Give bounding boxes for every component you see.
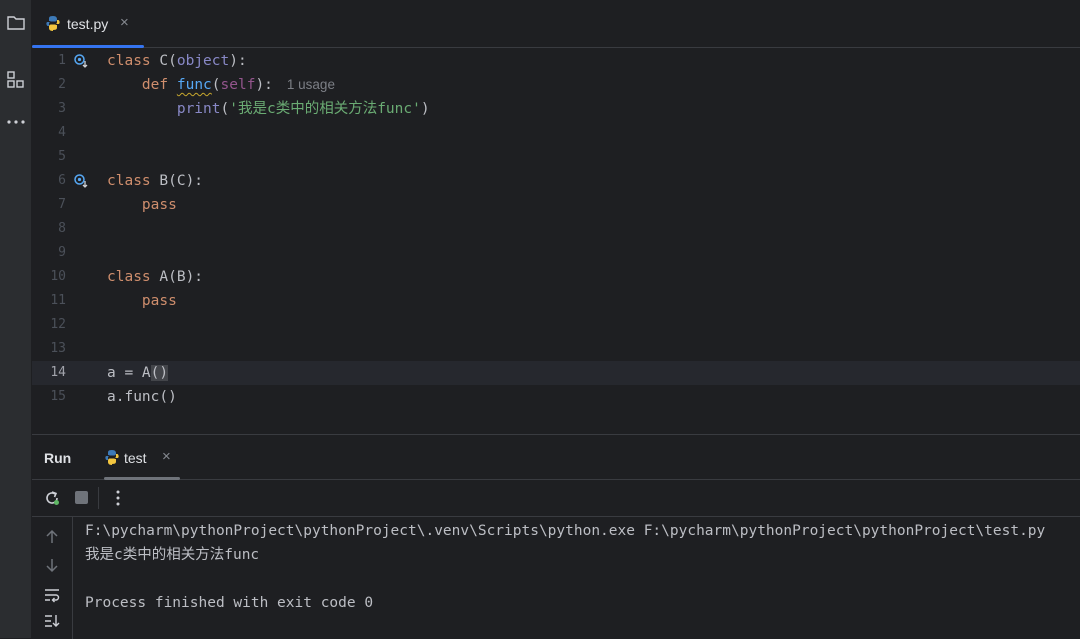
scroll-up-icon[interactable] [42, 529, 62, 549]
matched-parens: () [150, 365, 169, 381]
python-file-icon [45, 15, 61, 36]
keyword: pass [141, 293, 177, 309]
code-text: a.func() [107, 389, 177, 405]
current-code-line[interactable]: 14 a = A() [32, 361, 1080, 385]
code-line[interactable]: 5 [32, 145, 1080, 169]
line-number: 10 [50, 269, 66, 284]
code-line[interactable]: 8 [32, 217, 1080, 241]
line-number: 5 [58, 149, 66, 164]
string-literal: '我是c类中的相关方法func' [229, 101, 421, 117]
line-number: 8 [58, 221, 66, 236]
run-tab-close-icon[interactable]: × [162, 448, 171, 465]
line-number: 9 [58, 245, 66, 260]
run-tab-label: test [124, 450, 147, 466]
line-number: 6 [58, 173, 66, 188]
console-line-exit: Process finished with exit code 0 [85, 595, 374, 611]
code-line[interactable]: 15 a.func() [32, 385, 1080, 409]
code-line[interactable]: 1 class C(object): [32, 49, 1080, 73]
builtin-name: object [176, 53, 230, 69]
line-number: 2 [58, 77, 66, 92]
more-vertical-icon[interactable] [110, 489, 126, 512]
run-tool-window: Run test × F:\pycharm\pythonProject\pyth… [32, 434, 1080, 639]
keyword: class [107, 173, 151, 189]
run-tab-test[interactable]: test × [104, 435, 180, 480]
usage-hint[interactable]: 1 usage [287, 77, 335, 92]
code-line[interactable]: 4 [32, 121, 1080, 145]
console-line-command: F:\pycharm\pythonProject\pythonProject\.… [85, 523, 1046, 539]
line-number: 14 [50, 365, 66, 380]
console-output[interactable]: F:\pycharm\pythonProject\pythonProject\.… [85, 517, 1075, 639]
line-number: 12 [50, 317, 66, 332]
structure-icon[interactable] [0, 70, 31, 95]
code-line[interactable]: 12 [32, 313, 1080, 337]
code-line[interactable]: 2 def func(self): 1 usage [32, 73, 1080, 97]
line-number: 3 [58, 101, 66, 116]
keyword: def [141, 77, 169, 93]
line-number: 11 [50, 293, 66, 308]
line-number: 15 [50, 389, 66, 404]
code-line[interactable]: 9 [32, 241, 1080, 265]
code-line[interactable]: 7 pass [32, 193, 1080, 217]
code-text: a = A [107, 365, 151, 381]
run-toolbar [32, 480, 1080, 517]
line-number: 1 [58, 53, 66, 68]
function-name: func [176, 77, 212, 93]
self-param: self [220, 77, 256, 93]
left-tool-strip [0, 0, 32, 638]
folder-icon[interactable] [0, 14, 31, 37]
line-number: 4 [58, 125, 66, 140]
scroll-down-icon[interactable] [42, 557, 62, 577]
code-line[interactable]: 11 pass [32, 289, 1080, 313]
builtin-name: print [176, 101, 221, 117]
code-text: ): [255, 77, 273, 93]
code-text: B(C): [150, 173, 204, 189]
code-line[interactable]: 3 print('我是c类中的相关方法func') [32, 97, 1080, 121]
toolbar-divider [98, 487, 99, 509]
tab-close-icon[interactable]: × [120, 14, 129, 31]
console-line-output: 我是c类中的相关方法func [85, 547, 260, 563]
code-line[interactable]: 6 class B(C): [32, 169, 1080, 193]
tab-filename: test.py [67, 16, 109, 32]
soft-wrap-icon[interactable] [42, 587, 62, 607]
code-editor[interactable]: 1 class C(object): 2 def func(self): 1 us… [32, 48, 1080, 433]
rerun-icon[interactable] [43, 489, 61, 512]
line-number: 13 [50, 341, 66, 356]
code-line[interactable]: 13 [32, 337, 1080, 361]
scroll-to-end-icon[interactable] [42, 613, 62, 633]
keyword: pass [141, 197, 177, 213]
overridden-method-icon[interactable] [73, 53, 89, 69]
more-icon[interactable] [0, 112, 31, 137]
code-text: ( [211, 77, 221, 93]
console-side-toolbar [32, 517, 73, 639]
editor-tab-bar: test.py × [32, 0, 1080, 48]
code-text: ): [229, 53, 247, 69]
code-text: C( [150, 53, 177, 69]
code-line[interactable]: 10 class A(B): [32, 265, 1080, 289]
line-number: 7 [58, 197, 66, 212]
tab-test-py[interactable]: test.py × [32, 0, 144, 48]
python-run-icon [104, 449, 120, 470]
code-text: ( [220, 101, 230, 117]
keyword: class [107, 269, 151, 285]
run-title: Run [44, 450, 72, 466]
code-text: ) [420, 101, 430, 117]
stop-icon[interactable] [75, 491, 88, 504]
code-text: A(B): [150, 269, 204, 285]
run-header: Run test × [32, 435, 1080, 480]
keyword: class [107, 53, 151, 69]
subclassed-icon[interactable] [73, 173, 89, 189]
